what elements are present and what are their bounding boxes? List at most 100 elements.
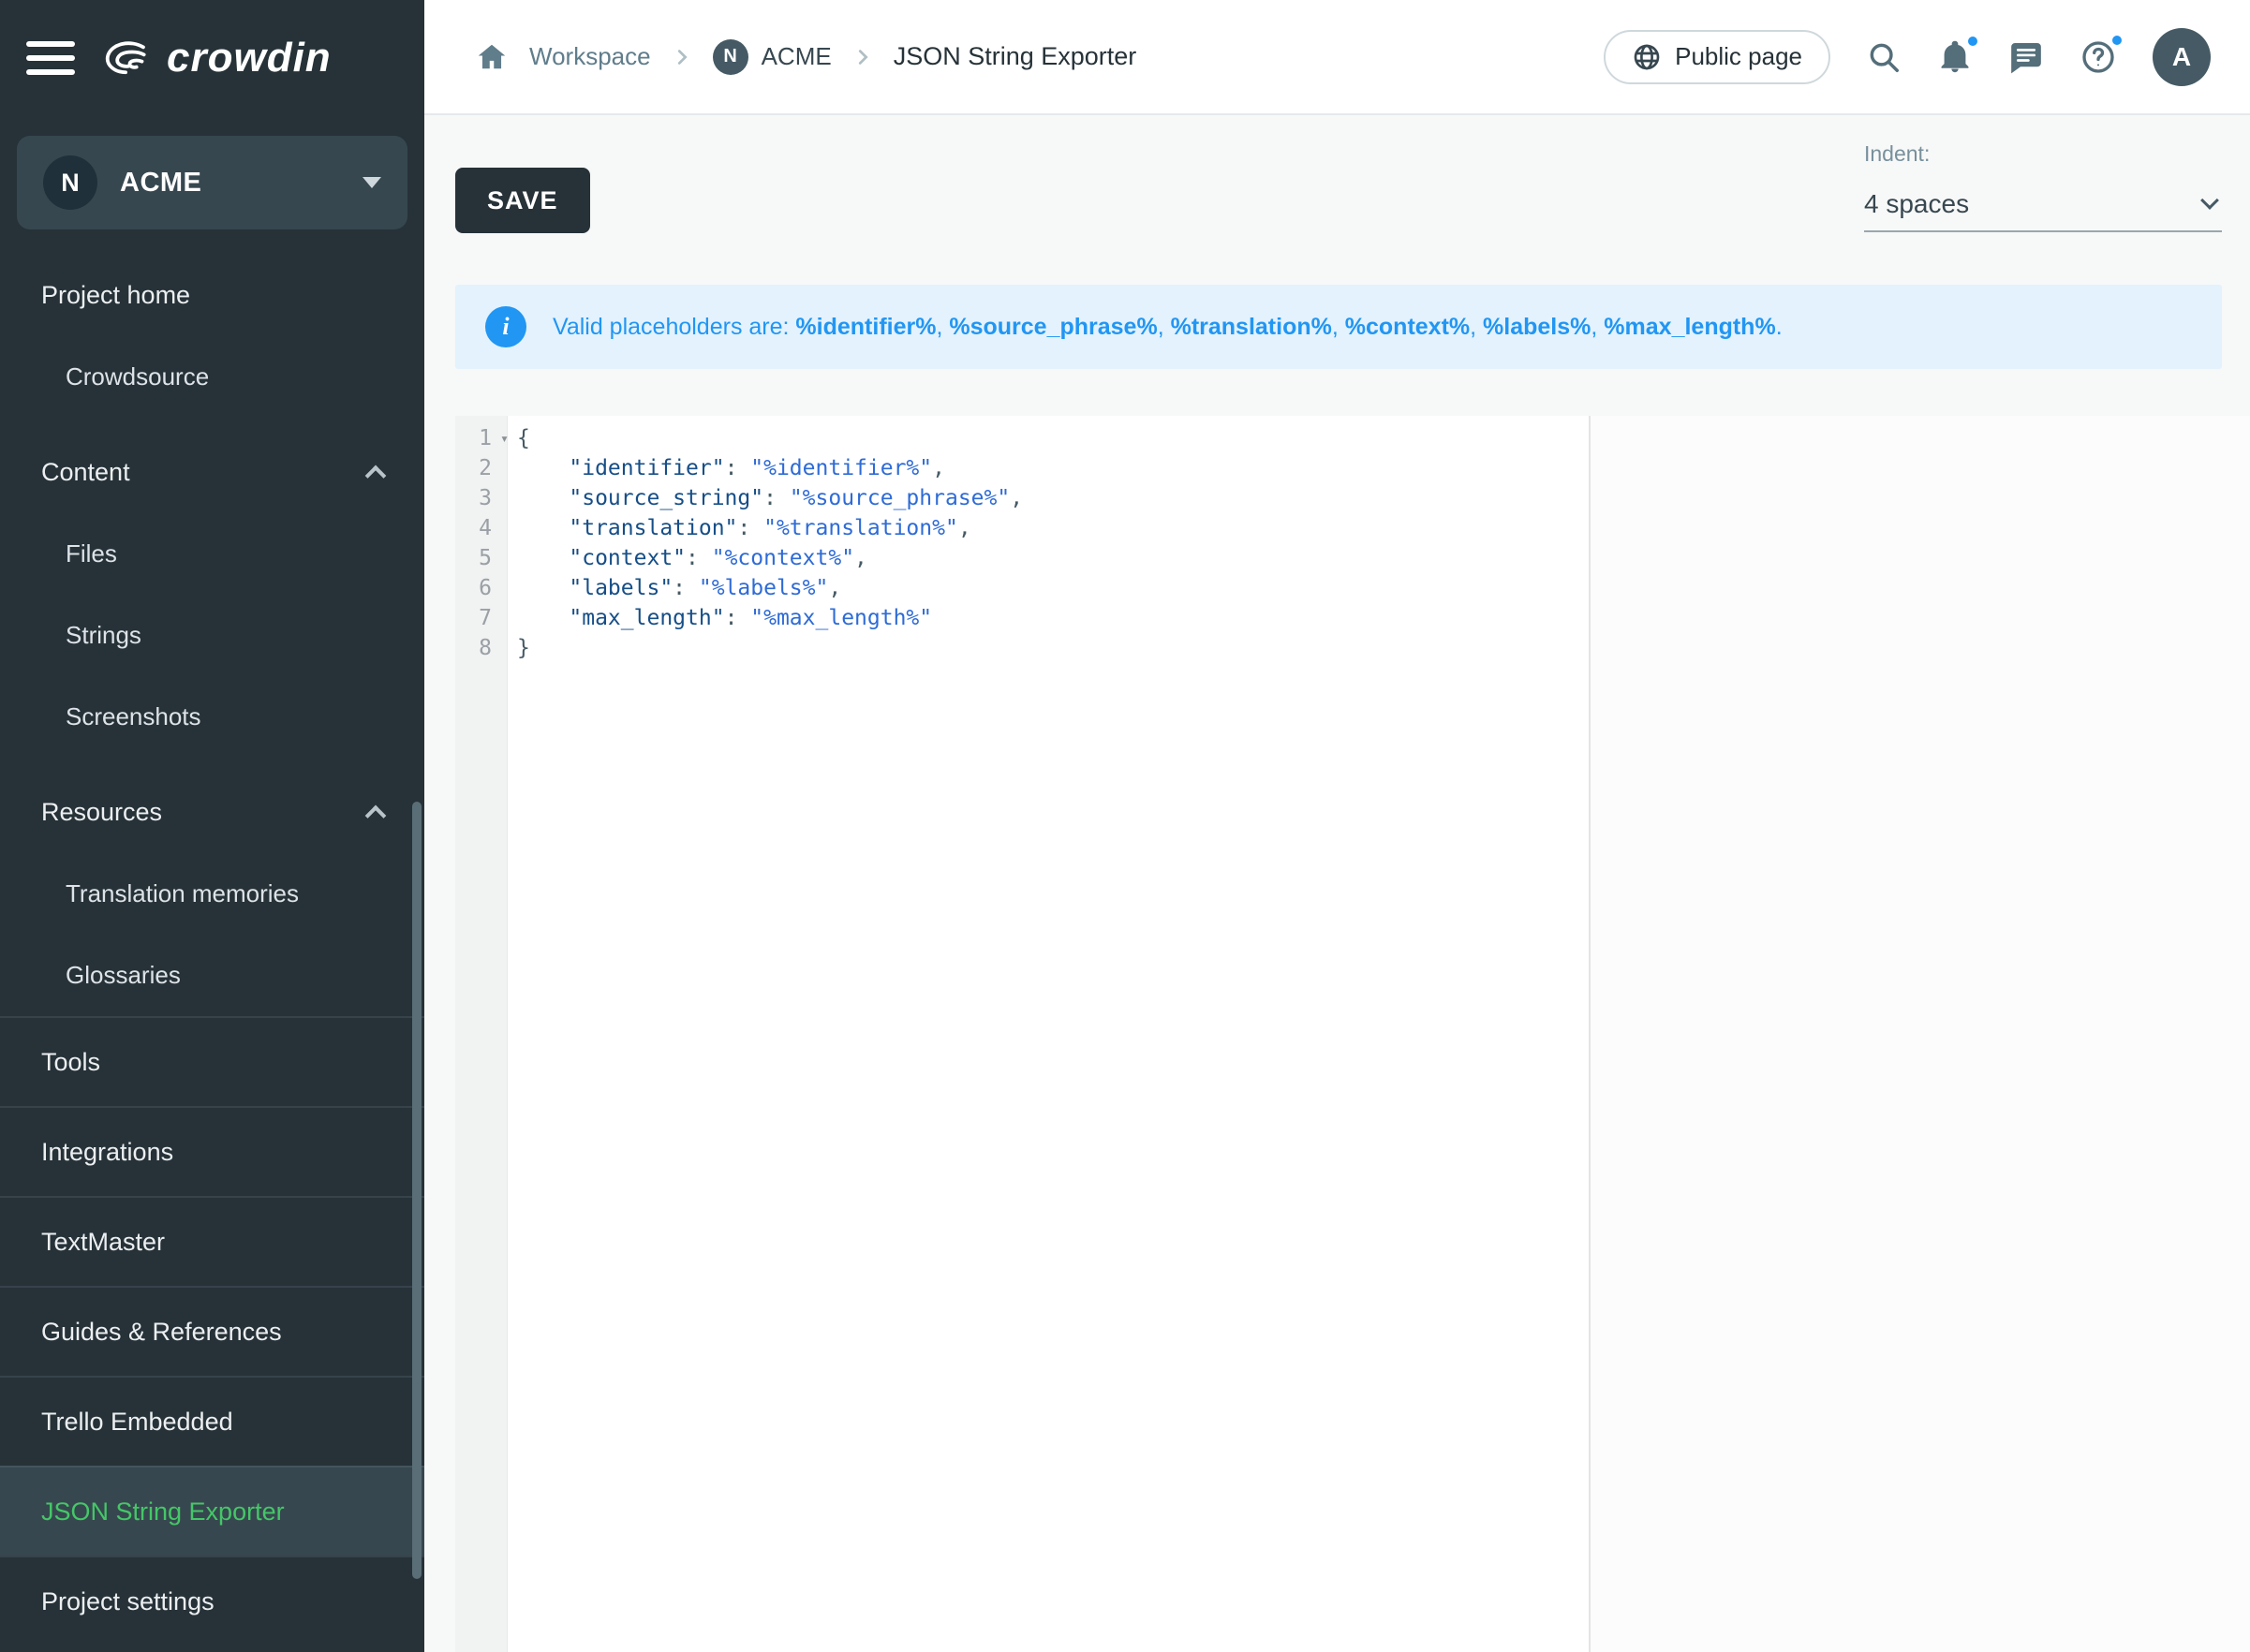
public-page-label: Public page (1675, 42, 1802, 71)
line-number: 7 (455, 603, 507, 633)
json-punctuation: : (737, 516, 763, 540)
sidebar-item-label: Screenshots (66, 702, 201, 731)
globe-icon (1632, 42, 1662, 72)
search-icon[interactable] (1866, 39, 1902, 75)
info-icon: i (485, 306, 526, 347)
sidebar-item-textmaster[interactable]: TextMaster (0, 1196, 424, 1286)
placeholder-list: %identifier%, %source_phrase%, %translat… (795, 314, 1782, 340)
user-avatar[interactable]: A (2153, 28, 2211, 86)
sidebar-nav: Project home Crowdsource Content Files Strin… (0, 254, 424, 1645)
notifications-bell-icon[interactable] (1937, 39, 1973, 75)
json-punctuation: , (932, 456, 945, 480)
indent-label: Indent: (1864, 141, 2222, 167)
info-prefix: Valid placeholders are: (553, 314, 795, 340)
json-key: "source_string" (569, 486, 763, 510)
sidebar-item-project-home[interactable]: Project home (0, 254, 424, 336)
json-value: "%labels%" (699, 576, 828, 600)
sidebar-item-translation-memories[interactable]: Translation memories (0, 853, 424, 935)
sidebar-item-label: Project settings (41, 1587, 215, 1616)
json-punctuation: : (725, 606, 751, 630)
indent-setting: Indent: 4 spaces (1864, 141, 2222, 232)
sidebar-item-project-settings[interactable]: Project settings (0, 1556, 424, 1645)
breadcrumb-org[interactable]: N ACME (713, 39, 832, 75)
json-punctuation: , (828, 576, 841, 600)
placeholder-token: %max_length% (1604, 314, 1775, 340)
sidebar-item-crowdsource[interactable]: Crowdsource (0, 336, 424, 418)
sidebar-item-label: Content (41, 458, 130, 487)
json-punctuation: , (1010, 486, 1023, 510)
sidebar-item-json-string-exporter[interactable]: JSON String Exporter (0, 1466, 424, 1556)
sidebar-item-label: Files (66, 539, 117, 568)
line-number: 6 (455, 573, 507, 603)
crowdin-bird-icon (101, 38, 155, 78)
sidebar-item-label: Tools (41, 1048, 100, 1077)
sidebar-item-label: JSON String Exporter (41, 1497, 285, 1527)
sidebar-item-label: Guides & References (41, 1318, 282, 1347)
org-name: ACME (120, 168, 201, 199)
sidebar-scrollbar-thumb[interactable] (412, 802, 422, 1579)
sidebar-item-strings[interactable]: Strings (0, 595, 424, 676)
hamburger-menu-icon[interactable] (26, 41, 75, 75)
editor-gutter: 1▾2345678 (455, 416, 508, 1652)
json-key: "labels" (569, 576, 673, 600)
help-dot (2109, 33, 2124, 48)
notification-dot (1965, 34, 1980, 49)
messages-icon[interactable] (2008, 39, 2044, 75)
line-number: 3 (455, 483, 507, 513)
breadcrumb-page-title: JSON String Exporter (894, 42, 1137, 71)
json-punctuation (517, 456, 569, 480)
sidebar-item-tools[interactable]: Tools (0, 1016, 424, 1106)
placeholder-token: %translation% (1171, 314, 1332, 340)
sidebar-item-content[interactable]: Content (0, 431, 424, 513)
json-punctuation: , (854, 546, 867, 570)
json-punctuation: : (673, 576, 699, 600)
line-number: 8 (455, 633, 507, 663)
json-key: "identifier" (569, 456, 724, 480)
crowdin-logo[interactable]: crowdin (101, 35, 332, 81)
json-key: "translation" (569, 516, 737, 540)
org-avatar: N (43, 155, 97, 210)
breadcrumb-org-name: ACME (762, 42, 832, 71)
sidebar-item-label: Trello Embedded (41, 1408, 233, 1437)
chevron-down-icon (363, 177, 381, 188)
info-banner-text: Valid placeholders are: %identifier%, %s… (553, 314, 1783, 341)
json-punctuation: : (686, 546, 712, 570)
json-key: "context" (569, 546, 686, 570)
chevron-right-icon (672, 47, 692, 67)
breadcrumb-workspace[interactable]: Workspace (529, 42, 651, 71)
json-key: "max_length" (569, 606, 724, 630)
json-punctuation (517, 546, 569, 570)
help-icon[interactable] (2080, 38, 2117, 76)
sidebar-item-glossaries[interactable]: Glossaries (0, 935, 424, 1016)
sidebar-item-screenshots[interactable]: Screenshots (0, 676, 424, 758)
json-value: "%max_length%" (750, 606, 932, 630)
json-value: "%context%" (712, 546, 854, 570)
sidebar-item-label: TextMaster (41, 1228, 165, 1257)
indent-select[interactable]: 4 spaces (1864, 178, 2222, 232)
placeholder-token: %context% (1345, 314, 1470, 340)
breadcrumb: Workspace N ACME JSON String Exporter (475, 39, 1136, 75)
sidebar: crowdin N ACME Project home Crowdsource Co… (0, 0, 424, 1652)
json-punctuation: : (763, 486, 790, 510)
code-editor[interactable]: 1▾2345678 { "identifier": "%identifier%"… (455, 416, 2250, 1652)
public-page-button[interactable]: Public page (1604, 30, 1830, 84)
sidebar-item-guides-references[interactable]: Guides & References (0, 1286, 424, 1376)
placeholder-token: %identifier% (795, 314, 936, 340)
sidebar-item-label: Integrations (41, 1138, 173, 1167)
org-selector[interactable]: N ACME (17, 136, 407, 229)
json-value: "%identifier%" (750, 456, 932, 480)
home-icon[interactable] (475, 40, 509, 74)
json-value: "%translation%" (763, 516, 958, 540)
json-punctuation (517, 486, 569, 510)
main-content: SAVE Indent: 4 spaces i Valid placeholde… (424, 117, 2250, 1652)
json-punctuation (517, 516, 569, 540)
sidebar-item-resources[interactable]: Resources (0, 771, 424, 853)
sidebar-item-label: Project home (41, 281, 190, 310)
sidebar-item-integrations[interactable]: Integrations (0, 1106, 424, 1196)
indent-value: 4 spaces (1864, 189, 1969, 219)
save-button[interactable]: SAVE (455, 168, 590, 233)
sidebar-item-files[interactable]: Files (0, 513, 424, 595)
sidebar-item-trello-embedded[interactable]: Trello Embedded (0, 1376, 424, 1466)
crowdin-logo-text: crowdin (167, 35, 332, 81)
json-punctuation (517, 606, 569, 630)
